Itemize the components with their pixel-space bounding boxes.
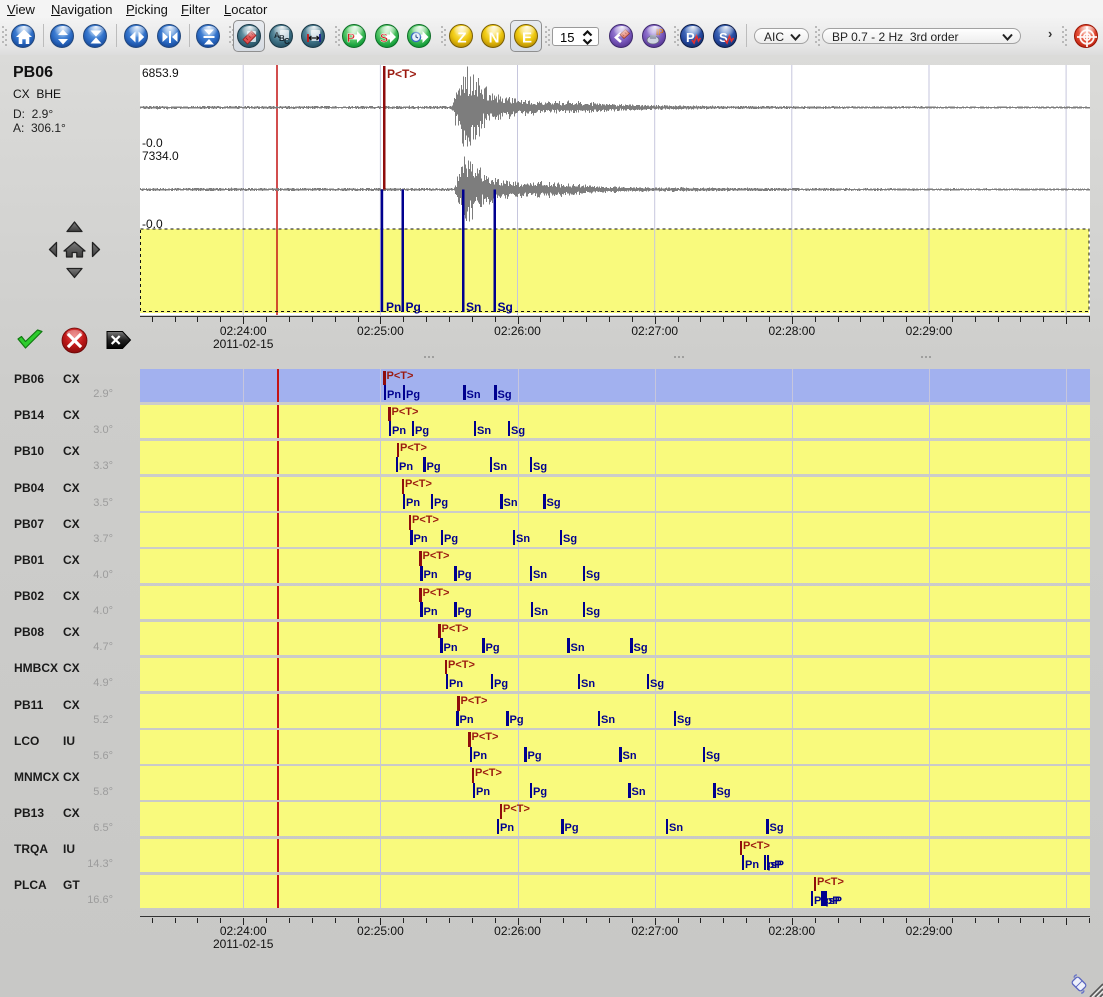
svg-text:Sn: Sn [466,300,481,314]
svg-text:Pg: Pg [406,300,421,314]
svg-text:Z: Z [457,29,466,46]
svg-text:N: N [489,29,500,46]
svg-text:E: E [522,29,532,46]
svg-text:Pn: Pn [386,300,401,314]
svg-text:-0.0: -0.0 [142,217,163,231]
svg-text:S: S [380,31,388,45]
svg-text:P: P [347,31,355,45]
svg-text:IP: IP [656,28,664,37]
svg-text:C: C [284,37,290,46]
svg-text:P<T>: P<T> [387,67,416,81]
svg-text:6853.9: 6853.9 [142,66,179,80]
svg-text:-0.0: -0.0 [142,136,163,150]
svg-text:7334.0: 7334.0 [142,149,179,163]
svg-text:Sg: Sg [498,300,513,314]
